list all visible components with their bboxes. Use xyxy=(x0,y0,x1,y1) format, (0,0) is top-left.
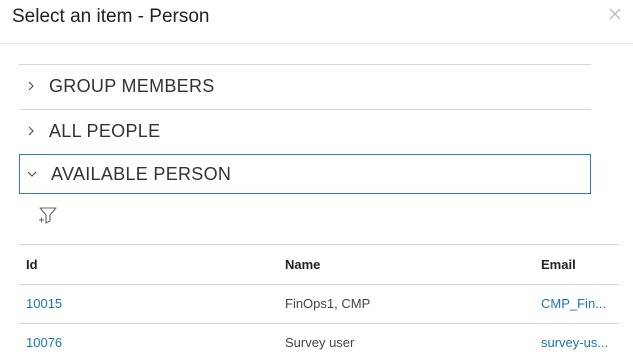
row-name: Survey user xyxy=(285,335,355,350)
column-header-name[interactable]: Name xyxy=(285,257,485,273)
row-email[interactable]: CMP_Fin... xyxy=(541,296,613,312)
dialog-title: Select an item - Person xyxy=(12,6,210,27)
accordion-available-person[interactable]: AVAILABLE PERSON xyxy=(19,154,591,194)
column-header-id[interactable]: Id xyxy=(26,257,126,273)
column-header-email[interactable]: Email xyxy=(541,257,613,273)
accordion-all-people[interactable]: ALL PEOPLE xyxy=(19,109,591,154)
row-id-link[interactable]: 10015 xyxy=(26,296,126,312)
row-id-link[interactable]: 10076 xyxy=(26,335,126,351)
close-icon[interactable] xyxy=(609,8,621,20)
table-row[interactable]: 10015 FinOps1, CMP CMP_Fin... xyxy=(19,284,619,323)
filter-icon[interactable] xyxy=(38,205,58,225)
accordion-group-members[interactable]: GROUP MEMBERS xyxy=(19,64,591,109)
chevron-down-icon xyxy=(26,167,38,181)
table-row[interactable]: 10076 Survey user survey-us... xyxy=(19,323,619,357)
person-table: Id Name Email 10015 FinOps1, CMP CMP_Fin… xyxy=(19,244,619,357)
accordion-label: ALL PEOPLE xyxy=(49,121,161,141)
chevron-right-icon xyxy=(25,79,37,93)
row-name: FinOps1, CMP xyxy=(285,296,371,311)
accordion-label: AVAILABLE PERSON xyxy=(51,164,232,184)
row-email[interactable]: survey-us... xyxy=(541,335,613,351)
table-header-row: Id Name Email xyxy=(19,244,619,284)
dialog-header: Select an item - Person xyxy=(0,0,633,44)
accordion-label: GROUP MEMBERS xyxy=(49,76,215,96)
accordion: GROUP MEMBERS ALL PEOPLE AVAILABLE PERSO… xyxy=(19,64,591,194)
chevron-right-icon xyxy=(25,124,37,138)
